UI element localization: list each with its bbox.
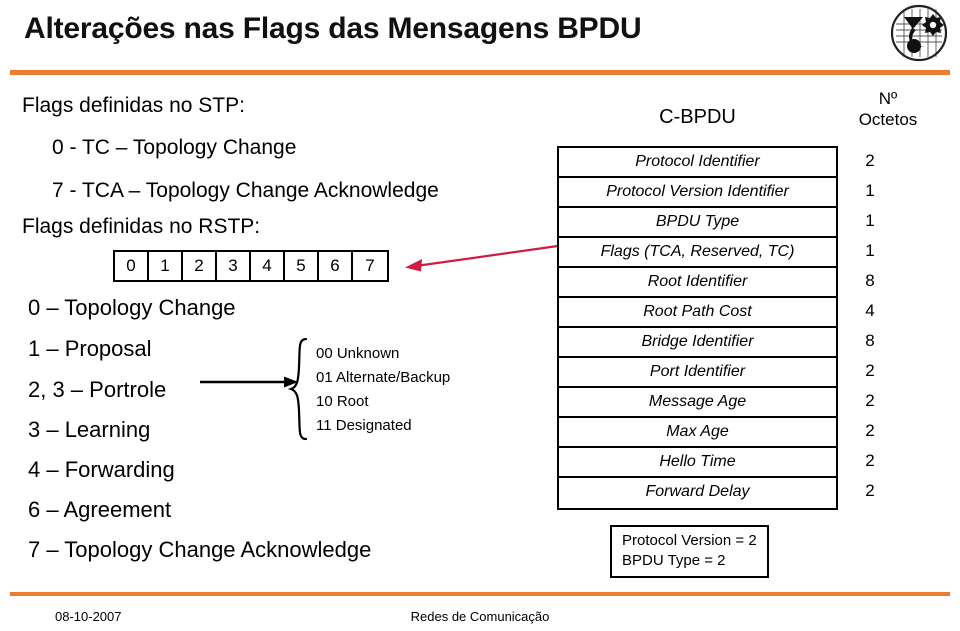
octet-value: 2 bbox=[865, 151, 875, 170]
rstp-item-0: 0 – Topology Change bbox=[28, 295, 236, 320]
table-row: Port Identifier bbox=[559, 358, 836, 388]
portrole-brace-icon bbox=[287, 337, 310, 441]
table-row: BPDU Type bbox=[559, 208, 836, 238]
octet-value: 8 bbox=[865, 271, 875, 290]
bit-cell: 2 bbox=[183, 252, 217, 280]
octet-value: 2 bbox=[865, 481, 875, 500]
flag-bits-box: 0 1 2 3 4 5 6 7 bbox=[113, 250, 389, 282]
bit-cell: 6 bbox=[319, 252, 353, 280]
header-accent-rule bbox=[10, 70, 950, 75]
footer-accent-rule bbox=[10, 592, 950, 596]
table-row: Bridge Identifier bbox=[559, 328, 836, 358]
octet-value: 2 bbox=[865, 421, 875, 440]
rstp-item-5: 6 – Agreement bbox=[28, 497, 172, 522]
bit-cell: 4 bbox=[251, 252, 285, 280]
portrole-value: 00 Unknown bbox=[316, 345, 400, 362]
table-row: Protocol Identifier bbox=[559, 148, 836, 178]
octet-value: 8 bbox=[865, 331, 875, 350]
portrole-arrow-icon bbox=[200, 372, 300, 392]
octets-column-header: Nº Octetos bbox=[838, 88, 938, 130]
page-title: Alterações nas Flags das Mensagens BPDU bbox=[24, 12, 642, 45]
bit-cell: 3 bbox=[217, 252, 251, 280]
bit-cell: 5 bbox=[285, 252, 319, 280]
table-row: Max Age bbox=[559, 418, 836, 448]
portrole-values-list: 00 Unknown 01 Alternate/Backup 10 Root 1… bbox=[316, 342, 450, 438]
octets-values-column: 2 1 1 1 8 4 8 2 2 2 2 2 bbox=[838, 146, 902, 506]
octets-header-line1: Nº bbox=[878, 89, 898, 108]
rstp-item-4: 4 – Forwarding bbox=[28, 457, 175, 482]
portrole-value: 11 Designated bbox=[316, 417, 412, 434]
stp-item-0: 0 - TC – Topology Change bbox=[52, 136, 297, 159]
rstp-item-1: 1 – Proposal bbox=[28, 336, 152, 361]
cbpdu-frame-title: C-BPDU bbox=[659, 106, 736, 128]
bit-cell: 0 bbox=[115, 252, 149, 280]
table-row: Flags (TCA, Reserved, TC) bbox=[559, 238, 836, 268]
table-row: Root Identifier bbox=[559, 268, 836, 298]
protocol-version-note: Protocol Version = 2 BPDU Type = 2 bbox=[610, 525, 769, 578]
rstp-item-6: 7 – Topology Change Acknowledge bbox=[28, 537, 372, 562]
octet-value: 2 bbox=[865, 361, 875, 380]
bit-cell: 7 bbox=[365, 256, 375, 275]
table-row: Message Age bbox=[559, 388, 836, 418]
note-line: BPDU Type = 2 bbox=[622, 552, 726, 569]
octet-value: 2 bbox=[865, 451, 875, 470]
octet-value: 1 bbox=[865, 211, 875, 230]
octet-value: 4 bbox=[865, 301, 875, 320]
rstp-heading: Flags definidas no RSTP: bbox=[22, 215, 261, 238]
rstp-item-2: 2, 3 – Portrole bbox=[28, 377, 167, 402]
cbpdu-field-table: Protocol Identifier Protocol Version Ide… bbox=[557, 146, 838, 510]
note-line: Protocol Version = 2 bbox=[622, 532, 757, 549]
bit-cell: 1 bbox=[149, 252, 183, 280]
portrole-value: 01 Alternate/Backup bbox=[316, 369, 451, 386]
slide-canvas: Alterações nas Flags das Mensagens BPDU … bbox=[0, 0, 960, 631]
stp-item-1: 7 - TCA – Topology Change Acknowledge bbox=[52, 179, 439, 202]
octet-value: 1 bbox=[865, 241, 875, 260]
octets-header-line2: Octetos bbox=[858, 110, 918, 129]
flags-link-arrow-icon bbox=[400, 238, 575, 280]
table-row: Hello Time bbox=[559, 448, 836, 478]
octet-value: 1 bbox=[865, 181, 875, 200]
octet-value: 2 bbox=[865, 391, 875, 410]
footer-course: Redes de Comunicação bbox=[410, 609, 550, 624]
rstp-item-3: 3 – Learning bbox=[28, 417, 151, 442]
stp-heading: Flags definidas no STP: bbox=[22, 94, 245, 117]
feup-logo-icon bbox=[890, 4, 948, 62]
portrole-value: 10 Root bbox=[316, 393, 369, 410]
table-row: Root Path Cost bbox=[559, 298, 836, 328]
table-row: Protocol Version Identifier bbox=[559, 178, 836, 208]
table-row: Forward Delay bbox=[645, 483, 750, 500]
